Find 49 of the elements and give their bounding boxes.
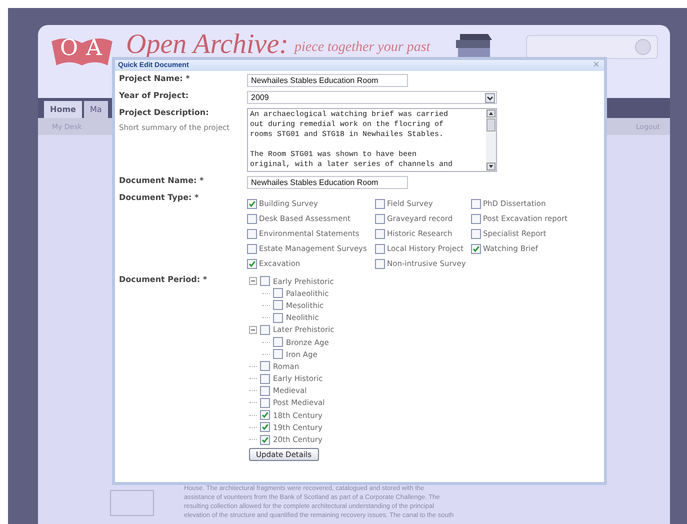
checkbox[interactable] [273, 349, 283, 360]
checkbox[interactable] [375, 228, 385, 238]
checkbox[interactable] [260, 422, 270, 432]
checkbox[interactable] [260, 386, 270, 396]
checkbox[interactable] [375, 258, 385, 268]
checkbox[interactable] [247, 198, 257, 208]
field-label: Document Name: * [119, 176, 205, 185]
checkbox[interactable] [375, 198, 385, 208]
checkbox[interactable] [375, 244, 385, 254]
checkbox[interactable] [273, 300, 283, 310]
thumbnail-frame [110, 490, 154, 516]
checkbox[interactable] [247, 214, 257, 224]
checkbox[interactable] [260, 434, 270, 445]
checkbox[interactable] [260, 398, 270, 408]
scrollbar[interactable] [486, 109, 496, 171]
document-name-field[interactable]: Newhailes Stables Education Room [247, 176, 408, 189]
search-field[interactable] [526, 35, 658, 59]
collapse-icon[interactable] [249, 326, 257, 334]
checkbox[interactable] [260, 374, 270, 384]
nav-tab[interactable]: Ma [84, 101, 108, 118]
checkbox[interactable] [247, 244, 257, 254]
checkbox[interactable] [471, 214, 481, 224]
books-icon [454, 33, 494, 59]
site-tagline: piece together your past [294, 40, 430, 56]
checkbox[interactable] [273, 337, 283, 348]
checkbox[interactable] [247, 228, 257, 238]
caret-icon[interactable] [485, 92, 495, 102]
search-icon[interactable] [635, 39, 651, 55]
checkbox[interactable] [471, 244, 481, 254]
checkbox[interactable] [273, 312, 283, 323]
collapse-icon[interactable] [249, 277, 257, 286]
nav-tab[interactable]: Home [44, 101, 82, 118]
field-label: Document Type: * [119, 193, 200, 202]
checkbox[interactable] [260, 276, 270, 286]
checkbox[interactable] [471, 228, 481, 238]
checkbox[interactable] [260, 324, 270, 335]
year-dropdown[interactable]: 2009 [247, 91, 497, 104]
checkbox[interactable] [375, 214, 385, 224]
field-label: Project Description: [119, 108, 210, 117]
project-name-field[interactable]: Newhailes Stables Education Room [247, 74, 408, 87]
checkbox[interactable] [260, 410, 270, 420]
checkbox[interactable] [260, 361, 270, 372]
checkbox[interactable] [247, 258, 257, 268]
checkbox[interactable] [273, 288, 283, 298]
field-label: Project Name: * [119, 74, 191, 83]
field-label: Document Period: * [119, 275, 208, 284]
checkbox[interactable] [471, 198, 481, 208]
site-title: Open Archive: [126, 29, 288, 61]
field-label: Year of Project: [119, 91, 190, 100]
